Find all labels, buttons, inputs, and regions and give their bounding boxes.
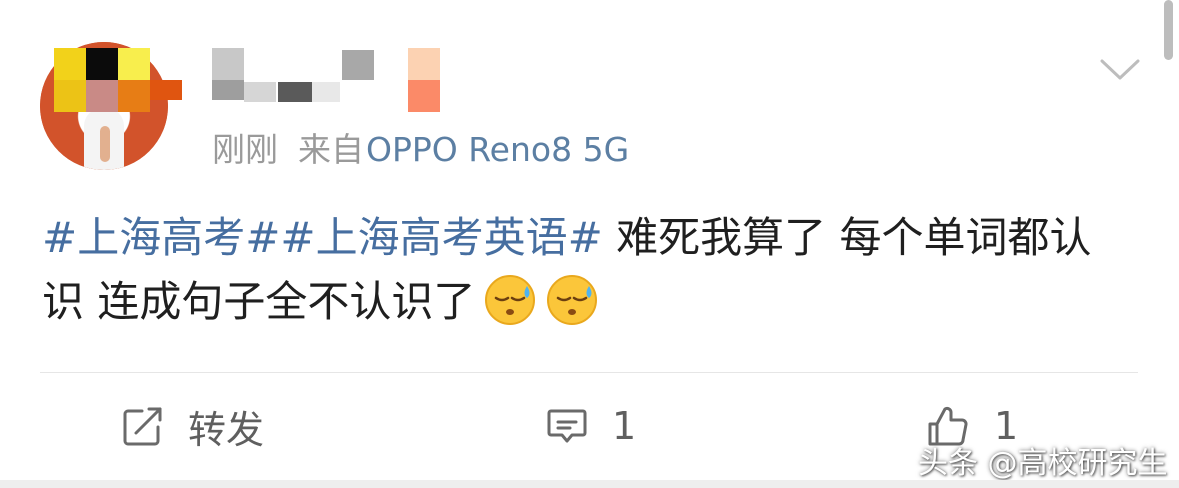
hashtag-link[interactable]: #上海高考# <box>42 213 280 262</box>
comment-count: 1 <box>612 404 637 448</box>
repost-label: 转发 <box>188 407 265 452</box>
comment-button[interactable]: 1 <box>546 398 636 454</box>
source-device[interactable]: OPPO Reno8 5G <box>366 130 629 169</box>
post-meta: 刚刚 来自OPPO Reno8 5G <box>212 128 629 172</box>
hashtag-link[interactable]: #上海高考英语# <box>280 213 602 262</box>
repost-button[interactable]: 转发 <box>122 398 264 454</box>
comment-icon <box>547 409 587 443</box>
weibo-post-card: 刚刚 来自OPPO Reno8 5G #上海高考##上海高考英语# 难死我算了 每… <box>0 0 1179 488</box>
post-time: 刚刚 <box>212 130 278 169</box>
source-prefix: 来自 <box>298 130 364 169</box>
sweat-face-icon <box>485 275 536 325</box>
sweat-face-icon <box>547 275 598 325</box>
avatar-hands-figure <box>100 126 110 162</box>
scrollbar[interactable] <box>1164 0 1173 60</box>
watermark: 头条 @高校研究生 <box>918 446 1168 481</box>
post-body: #上海高考##上海高考英语# 难死我算了 每个单词都认识 连成句子全不认识了 <box>42 206 1132 334</box>
repost-icon <box>123 407 162 446</box>
divider <box>40 372 1138 373</box>
chevron-down-icon[interactable] <box>1100 58 1140 82</box>
username-blurred[interactable] <box>212 48 442 112</box>
bottom-separator <box>0 480 1179 488</box>
